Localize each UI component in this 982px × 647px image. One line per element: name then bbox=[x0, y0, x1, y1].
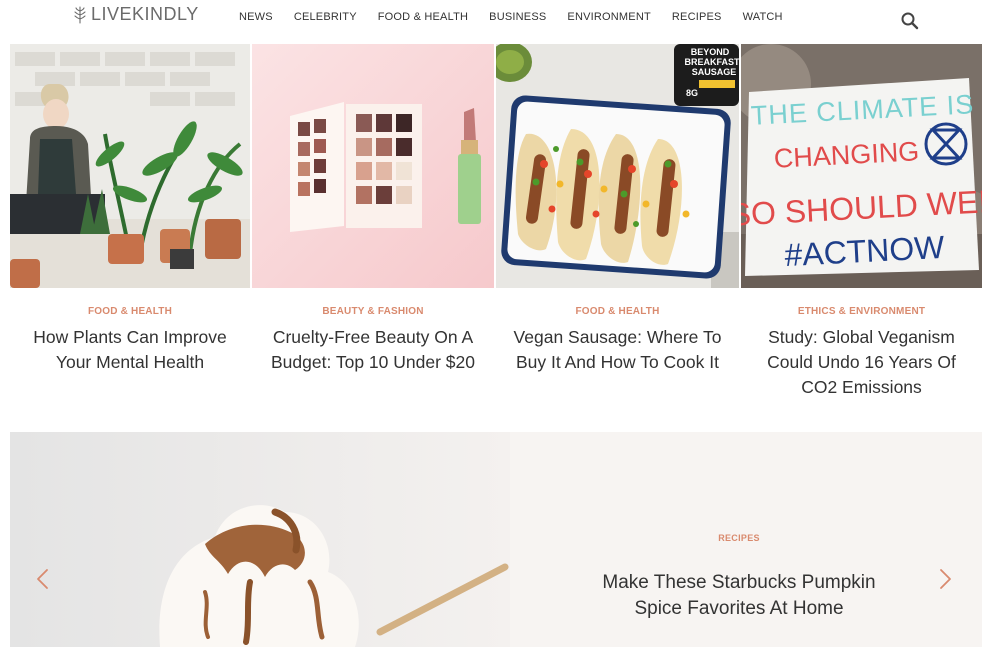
package-text: BREAKFAST bbox=[684, 57, 739, 67]
package-text: 8G bbox=[686, 88, 698, 98]
nav-business[interactable]: BUSINESS bbox=[489, 11, 546, 23]
chevron-left-icon[interactable] bbox=[34, 566, 52, 592]
article-image-plants[interactable] bbox=[10, 44, 250, 288]
article-image-makeup[interactable] bbox=[252, 44, 494, 288]
article-category[interactable]: FOOD & HEALTH bbox=[496, 306, 739, 317]
site-logo[interactable]: LIVEKINDLY bbox=[72, 4, 199, 25]
article-grid: FOOD & HEALTH How Plants Can Improve You… bbox=[10, 44, 982, 429]
article-title[interactable]: Study: Global Veganism Could Undo 16 Yea… bbox=[751, 325, 972, 400]
package-text: BEYOND bbox=[691, 47, 730, 57]
featured-slider: RECIPES Make These Starbucks Pumpkin Spi… bbox=[10, 432, 982, 647]
nav-watch[interactable]: WATCH bbox=[743, 11, 783, 23]
nav-celebrity[interactable]: CELEBRITY bbox=[294, 11, 357, 23]
chevron-right-icon[interactable] bbox=[936, 566, 954, 592]
article-category[interactable]: FOOD & HEALTH bbox=[10, 306, 250, 317]
article-category[interactable]: ETHICS & ENVIRONMENT bbox=[741, 306, 982, 317]
nav-recipes[interactable]: RECIPES bbox=[672, 11, 722, 23]
article-title[interactable]: Vegan Sausage: Where To Buy It And How T… bbox=[506, 325, 729, 375]
search-icon[interactable] bbox=[900, 11, 920, 31]
article-category[interactable]: BEAUTY & FASHION bbox=[252, 306, 494, 317]
nav-environment[interactable]: ENVIRONMENT bbox=[567, 11, 650, 23]
article-image-climate-sign[interactable]: THE CLIMATE IS CHANGING SO SHOULD WE! #A… bbox=[741, 44, 982, 288]
nav-food-health[interactable]: FOOD & HEALTH bbox=[378, 11, 468, 23]
package-text: SAUSAGE bbox=[692, 67, 737, 77]
article-title[interactable]: Cruelty-Free Beauty On A Budget: Top 10 … bbox=[262, 325, 484, 375]
logo-text: LIVEKINDLY bbox=[91, 4, 199, 24]
hero-category[interactable]: RECIPES bbox=[639, 533, 839, 543]
article-image-tacos[interactable]: BEYOND BREAKFAST SAUSAGE 8G bbox=[496, 44, 739, 288]
site-header: LIVEKINDLY NEWS CELEBRITY FOOD & HEALTH … bbox=[0, 0, 982, 44]
article-title[interactable]: How Plants Can Improve Your Mental Healt… bbox=[20, 325, 240, 375]
leaf-logo-icon bbox=[74, 5, 86, 24]
hero-title[interactable]: Make These Starbucks Pumpkin Spice Favor… bbox=[589, 570, 889, 622]
nav-news[interactable]: NEWS bbox=[239, 11, 273, 23]
main-nav: NEWS CELEBRITY FOOD & HEALTH BUSINESS EN… bbox=[239, 11, 783, 23]
hero-image-pumpkin-spice-drink[interactable] bbox=[10, 432, 510, 647]
